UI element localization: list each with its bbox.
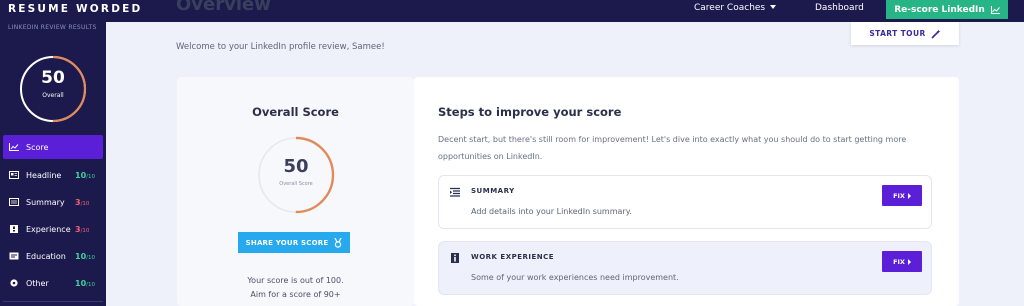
sidebar-item-label: Score — [26, 142, 49, 152]
steps-description: Decent start, but there's still room for… — [438, 135, 907, 161]
sidebar-item-other[interactable]: Other 10/10 — [3, 271, 103, 295]
overall-score-card: Overall Score 50 Overall Score SHARE YOU… — [177, 77, 414, 306]
sidebar-item-label: Headline — [26, 170, 62, 180]
sidebar-item-score-badge: 3/10 — [75, 225, 89, 234]
circle-icon — [10, 279, 18, 287]
welcome-message: Welcome to your LinkedIn profile review,… — [176, 42, 385, 52]
chevron-right-icon — [907, 258, 911, 265]
score-max: /10 — [86, 173, 95, 180]
overall-score-label: Overall Score — [279, 181, 313, 187]
step-description: Add details into your LinkedIn summary. — [471, 207, 632, 216]
step-summary: SUMMARY Add details into your LinkedIn s… — [438, 175, 932, 229]
briefcase-icon — [10, 225, 18, 233]
sidebar-score-value: 50 — [41, 68, 65, 88]
start-tour-button[interactable]: START TOUR — [851, 22, 959, 45]
list-icon — [9, 198, 19, 206]
chart-icon — [9, 143, 19, 151]
top-navbar: RESUME WORDED Career Coaches Dashboard R… — [0, 0, 1024, 22]
sidebar-item-score-badge: 10/10 — [75, 252, 95, 261]
score-note-line-1: Your score is out of 100. — [247, 276, 344, 285]
share-score-label: SHARE YOUR SCORE — [245, 238, 329, 247]
step-work-experience: WORK EXPERIENCE Some of your work experi… — [438, 241, 932, 295]
score-max: /10 — [86, 254, 95, 261]
overall-score-value: 50 — [283, 156, 309, 177]
chevron-right-icon — [907, 192, 911, 199]
overall-score-title: Overall Score — [252, 105, 339, 119]
step-description: Some of your work experiences need impro… — [471, 273, 679, 282]
rescore-linkedin-button[interactable]: Re-score LinkedIn — [886, 0, 1008, 19]
page-title: Overview — [176, 0, 271, 15]
fix-work-experience-button[interactable]: FIX — [882, 251, 922, 272]
fix-label: FIX — [893, 257, 905, 266]
medal-icon — [334, 237, 342, 248]
overall-score-ring: 50 Overall Score — [257, 136, 335, 214]
step-title: SUMMARY — [471, 187, 515, 195]
brand-logo[interactable]: RESUME WORDED — [8, 3, 142, 15]
sidebar-item-score[interactable]: Score — [3, 135, 103, 159]
step-title: WORK EXPERIENCE — [471, 253, 555, 261]
fix-summary-button[interactable]: FIX — [882, 185, 922, 206]
sidebar-caption: LINKEDIN REVIEW RESULTS — [8, 24, 97, 31]
dashboard-link[interactable]: Dashboard — [815, 3, 864, 13]
sidebar-item-education[interactable]: Education 10/10 — [3, 244, 103, 268]
score-max: /10 — [86, 281, 95, 288]
sidebar-score-ring: 50 Overall — [19, 55, 87, 123]
sidebar-divider — [3, 301, 103, 302]
share-score-button[interactable]: SHARE YOUR SCORE — [238, 232, 350, 253]
card-icon — [9, 171, 19, 179]
steps-title: Steps to improve your score — [438, 105, 622, 119]
info-icon — [451, 253, 459, 263]
sidebar: LINKEDIN REVIEW RESULTS 50 Overall Score… — [0, 22, 106, 306]
fix-label: FIX — [893, 191, 905, 200]
score-max: /10 — [80, 227, 90, 234]
sidebar-item-label: Education — [26, 251, 66, 261]
score-value: 10 — [75, 170, 87, 180]
magic-wand-icon — [931, 29, 941, 39]
score-value: 10 — [75, 278, 87, 288]
score-value: 10 — [75, 251, 87, 261]
chart-icon — [990, 5, 1000, 14]
sidebar-item-headline[interactable]: Headline 10/10 — [3, 163, 103, 187]
start-tour-label: START TOUR — [869, 29, 926, 38]
sidebar-item-label: Summary — [26, 197, 65, 207]
sidebar-item-summary[interactable]: Summary 3/10 — [3, 190, 103, 214]
sidebar-item-score-badge: 10/10 — [75, 171, 95, 180]
rescore-label: Re-score LinkedIn — [894, 4, 985, 15]
chevron-down-icon — [770, 4, 777, 9]
sidebar-item-label: Experience — [26, 224, 71, 234]
sidebar-score-label: Overall — [42, 92, 64, 99]
sidebar-score-ring-graphic — [19, 55, 87, 123]
sidebar-item-score-badge: 10/10 — [75, 279, 95, 288]
score-max: /10 — [80, 200, 90, 207]
career-coaches-label: Career Coaches — [694, 3, 766, 13]
sidebar-item-label: Other — [26, 278, 49, 288]
steps-card: Steps to improve your score Decent start… — [414, 77, 959, 306]
graduation-icon — [9, 252, 19, 260]
score-note-line-2: Aim for a score of 90+ — [250, 290, 341, 299]
sidebar-item-experience[interactable]: Experience 3/10 — [3, 217, 103, 241]
career-coaches-menu[interactable]: Career Coaches — [694, 3, 777, 13]
list-icon — [450, 187, 460, 197]
sidebar-item-score-badge: 3/10 — [75, 198, 89, 207]
